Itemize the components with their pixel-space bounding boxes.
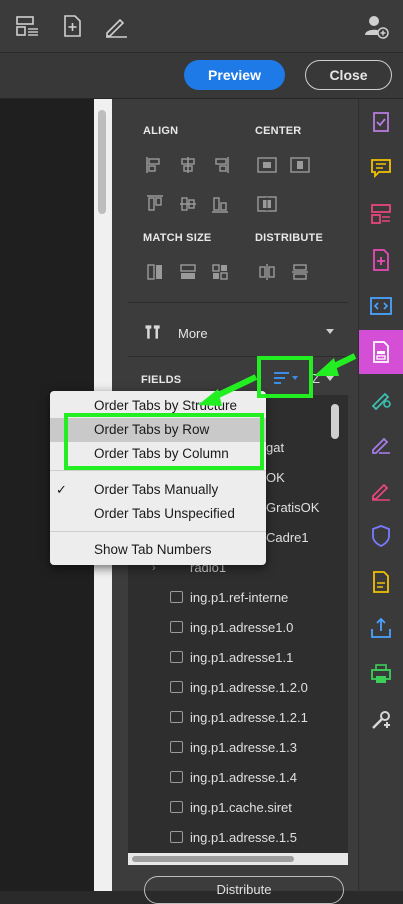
annotation-arrows — [198, 353, 357, 406]
